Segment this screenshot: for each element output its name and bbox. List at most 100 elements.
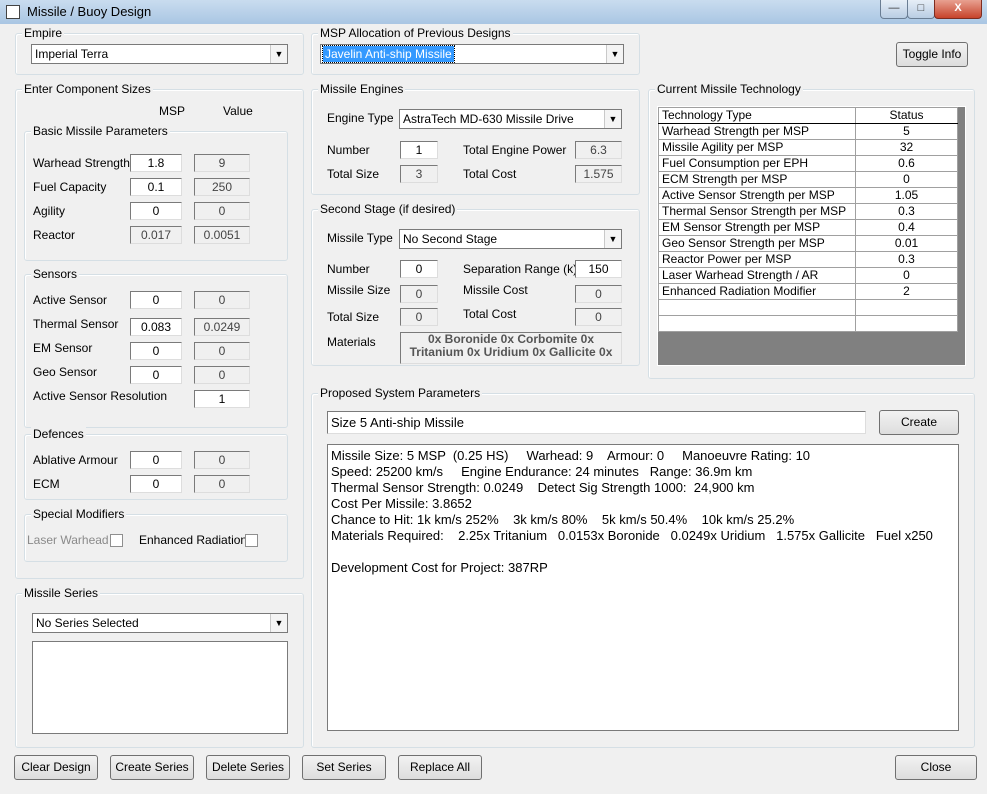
tech-type-cell: Laser Warhead Strength / AR (658, 267, 856, 284)
close-window-button[interactable]: X (934, 0, 982, 19)
chevron-down-icon: ▼ (270, 614, 287, 632)
value-column-header: Value (223, 104, 253, 118)
ecm-msp-input[interactable]: 0 (130, 475, 182, 493)
stage-number-input[interactable]: 0 (400, 260, 438, 278)
active-sensor-msp-input[interactable]: 0 (130, 291, 182, 309)
close-button[interactable]: Close (895, 755, 977, 780)
table-row[interactable]: Geo Sensor Strength per MSP 0.01 (658, 235, 958, 252)
warhead-value: 9 (194, 154, 250, 172)
warhead-msp-input[interactable]: 1.8 (130, 154, 182, 172)
missile-name-input[interactable]: Size 5 Anti-ship Missile (327, 411, 866, 434)
component-sizes-label: Enter Component Sizes (22, 82, 153, 96)
parameters-line: Missile Size: 5 MSP (0.25 HS) Warhead: 9… (331, 448, 811, 463)
second-stage-group: Second Stage (if desired) Missile Type N… (311, 202, 640, 366)
table-row[interactable]: Enhanced Radiation Modifier 2 (658, 283, 958, 300)
second-stage-type-select[interactable]: No Second Stage ▼ (399, 229, 622, 249)
series-select[interactable]: No Series Selected ▼ (32, 613, 288, 633)
previous-design-value: Javelin Anti-ship Missile (322, 45, 455, 63)
table-row[interactable]: EM Sensor Strength per MSP 0.4 (658, 219, 958, 236)
set-series-button[interactable]: Set Series (302, 755, 386, 780)
fuel-msp-input[interactable]: 0.1 (130, 178, 182, 196)
tech-status-cell: 0.01 (855, 235, 958, 252)
em-sensor-value: 0 (194, 342, 250, 360)
reactor-msp: 0.017 (130, 226, 182, 244)
stage-total-cost-value: 0 (575, 308, 622, 326)
tech-status-cell: 0 (855, 171, 958, 188)
em-sensor-msp-input[interactable]: 0 (130, 342, 182, 360)
engine-type-label: Engine Type (327, 111, 394, 125)
window-title: Missile / Buoy Design (27, 4, 152, 19)
stage-missile-size-value: 0 (400, 285, 438, 303)
table-row[interactable]: Active Sensor Strength per MSP 1.05 (658, 187, 958, 204)
ecm-value: 0 (194, 475, 250, 493)
previous-design-select[interactable]: Javelin Anti-ship Missile ▼ (320, 44, 624, 64)
stage-total-cost-label: Total Cost (463, 307, 517, 321)
chevron-down-icon: ▼ (270, 45, 287, 63)
enhanced-radiation-checkbox[interactable] (245, 534, 258, 547)
empire-select[interactable]: Imperial Terra ▼ (31, 44, 288, 64)
separation-range-input[interactable]: 150 (575, 260, 622, 278)
table-row[interactable]: ECM Strength per MSP 0 (658, 171, 958, 188)
reactor-label: Reactor (33, 228, 76, 242)
table-row[interactable]: Thermal Sensor Strength per MSP 0.3 (658, 203, 958, 220)
msp-allocation-label: MSP Allocation of Previous Designs (318, 26, 513, 40)
missile-series-group: Missile Series No Series Selected ▼ (15, 586, 304, 748)
reactor-value: 0.0051 (194, 226, 250, 244)
second-stage-label: Second Stage (if desired) (318, 202, 458, 216)
proposed-system-label: Proposed System Parameters (318, 386, 483, 400)
second-stage-type-value: No Second Stage (403, 232, 498, 246)
missile-design-window: Missile / Buoy Design — □ X Empire Imper… (0, 0, 987, 794)
stage-number-label: Number (327, 262, 370, 276)
laser-warhead-checkbox[interactable] (110, 534, 123, 547)
missile-technology-group: Current Missile Technology Technology Ty… (648, 82, 975, 379)
ecm-label: ECM (33, 477, 60, 491)
chevron-down-icon: ▼ (606, 45, 623, 63)
parameters-line: Cost Per Missile: 3.8652 (331, 496, 472, 511)
table-row[interactable]: Missile Agility per MSP 32 (658, 139, 958, 156)
empty-row (658, 299, 958, 316)
fuel-label: Fuel Capacity (33, 180, 107, 194)
maximize-button[interactable]: □ (907, 0, 935, 19)
tech-type-cell: ECM Strength per MSP (658, 171, 856, 188)
agility-msp-input[interactable]: 0 (130, 202, 182, 220)
armour-value: 0 (194, 451, 250, 469)
status-header[interactable]: Status (855, 107, 958, 124)
toggle-info-button[interactable]: Toggle Info (896, 42, 968, 67)
tech-type-cell: Fuel Consumption per EPH (658, 155, 856, 172)
tech-type-cell: Thermal Sensor Strength per MSP (658, 203, 856, 220)
create-series-button[interactable]: Create Series (110, 755, 194, 780)
basic-params-label: Basic Missile Parameters (31, 124, 170, 138)
series-list[interactable] (32, 641, 288, 734)
technology-table: Technology Type Status Warhead Strength … (658, 107, 958, 332)
title-bar[interactable]: Missile / Buoy Design — □ X (0, 0, 987, 24)
table-row[interactable]: Laser Warhead Strength / AR 0 (658, 267, 958, 284)
materials-label: Materials (327, 335, 376, 349)
engine-type-select[interactable]: AstraTech MD-630 Missile Drive ▼ (399, 109, 622, 129)
clear-design-button[interactable]: Clear Design (14, 755, 98, 780)
armour-msp-input[interactable]: 0 (130, 451, 182, 469)
system-parameters-text[interactable]: Missile Size: 5 MSP (0.25 HS) Warhead: 9… (327, 444, 959, 731)
table-row[interactable]: Warhead Strength per MSP 5 (658, 123, 958, 140)
geo-sensor-msp-input[interactable]: 0 (130, 366, 182, 384)
empire-label: Empire (22, 26, 65, 40)
special-modifiers-label: Special Modifiers (31, 507, 127, 521)
technology-type-header[interactable]: Technology Type (658, 107, 856, 124)
engine-number-input[interactable]: 1 (400, 141, 438, 159)
tech-type-cell: Geo Sensor Strength per MSP (658, 235, 856, 252)
tech-status-cell: 0.4 (855, 219, 958, 236)
parameters-line: Speed: 25200 km/s Engine Endurance: 24 m… (331, 464, 753, 479)
tech-type-cell: Enhanced Radiation Modifier (658, 283, 856, 300)
stage-materials-line2: Tritanium 0x Uridium 0x Gallicite 0x (409, 345, 613, 359)
sensor-resolution-input[interactable]: 1 (194, 390, 250, 408)
delete-series-button[interactable]: Delete Series (206, 755, 290, 780)
stage-materials-box: 0x Boronide 0x Corbomite 0x Tritanium 0x… (400, 332, 622, 364)
minimize-button[interactable]: — (880, 0, 908, 19)
table-row[interactable]: Fuel Consumption per EPH 0.6 (658, 155, 958, 172)
thermal-sensor-msp-input[interactable]: 0.083 (130, 318, 182, 336)
replace-all-button[interactable]: Replace All (398, 755, 482, 780)
stage-total-size-value: 0 (400, 308, 438, 326)
enhanced-radiation-label: Enhanced Radiation (139, 533, 248, 547)
create-button[interactable]: Create (879, 410, 959, 435)
table-row[interactable]: Reactor Power per MSP 0.3 (658, 251, 958, 268)
tech-status-cell: 5 (855, 123, 958, 140)
